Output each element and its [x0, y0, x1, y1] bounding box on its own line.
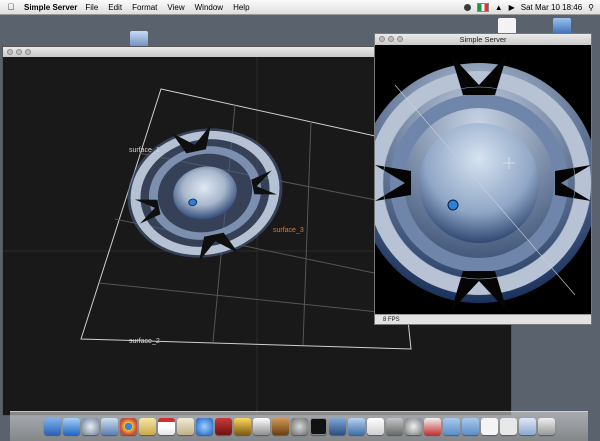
document-icon[interactable] — [480, 418, 498, 435]
app-store-icon[interactable] — [62, 418, 80, 435]
dock — [10, 411, 588, 441]
surface-label-1[interactable]: surface_1 — [129, 147, 160, 154]
safari-icon[interactable] — [81, 418, 99, 435]
preview-window: Simple Server 8 FPS — [374, 33, 592, 325]
pixelmator-icon[interactable] — [252, 418, 270, 435]
script-icon[interactable] — [176, 418, 194, 435]
document-icon-2[interactable] — [499, 418, 517, 435]
input-flag-icon[interactable] — [476, 2, 489, 12]
finder-icon[interactable] — [43, 418, 61, 435]
wheel-icon[interactable] — [404, 418, 422, 435]
wifi-icon[interactable]: ▲ — [495, 3, 503, 12]
time-machine-icon[interactable] — [463, 3, 471, 11]
xcode-icon[interactable] — [347, 418, 365, 435]
calendar-icon[interactable] — [157, 418, 175, 435]
trash-icon[interactable] — [537, 418, 555, 435]
spotlight-icon[interactable]: ⚲ — [588, 3, 594, 12]
imovie-icon[interactable] — [233, 418, 251, 435]
textedit-icon[interactable] — [366, 418, 384, 435]
volume-icon[interactable]: ▶ — [509, 3, 515, 12]
preview-icon[interactable] — [100, 418, 118, 435]
surface-label-2[interactable]: surface_2 — [129, 338, 160, 345]
preview-marker-dot — [447, 199, 459, 211]
guitar-icon[interactable] — [271, 418, 289, 435]
zoom-button[interactable] — [25, 49, 31, 55]
preview-window-title: Simple Server — [459, 35, 507, 44]
preview-viewport[interactable] — [375, 45, 591, 314]
mapped-graphic — [127, 124, 283, 262]
grid-icon[interactable] — [328, 418, 346, 435]
chrome-icon[interactable] — [119, 418, 137, 435]
desktop-document-icon[interactable] — [498, 18, 516, 34]
menu-edit[interactable]: Edit — [108, 3, 122, 12]
photo-booth-icon[interactable] — [214, 418, 232, 435]
desktop-network-icon[interactable] — [553, 18, 571, 34]
preview-graphic — [375, 45, 591, 314]
menu-help[interactable]: Help — [233, 3, 249, 12]
folder-icon-2[interactable] — [461, 418, 479, 435]
stack-icon[interactable] — [518, 418, 536, 435]
menu-window[interactable]: Window — [195, 3, 223, 12]
itunes-icon[interactable] — [195, 418, 213, 435]
menu-clock[interactable]: Sat Mar 10 18:46 — [521, 3, 582, 12]
menu-view[interactable]: View — [167, 3, 184, 12]
minimize-button[interactable] — [16, 49, 22, 55]
folder-icon[interactable] — [442, 418, 460, 435]
disk-utility-icon[interactable] — [385, 418, 403, 435]
gmail-icon[interactable] — [423, 418, 441, 435]
menu-format[interactable]: Format — [132, 3, 157, 12]
notes-icon[interactable] — [138, 418, 156, 435]
terminal-icon[interactable] — [309, 418, 327, 435]
desktop-drive-icon[interactable] — [130, 31, 148, 47]
menu-bar:  Simple Server File Edit Format View Wi… — [0, 0, 600, 15]
status-area: ▲ ▶ Sat Mar 10 18:46 ⚲ — [463, 0, 594, 14]
app-menu[interactable]: Simple Server — [24, 3, 77, 12]
fps-status: 8 FPS — [375, 314, 591, 324]
menu-file[interactable]: File — [85, 3, 98, 12]
apple-menu-icon[interactable]:  — [4, 2, 18, 12]
surface-label-3[interactable]: surface_3 — [273, 227, 304, 234]
close-button[interactable] — [7, 49, 13, 55]
preferences-icon[interactable] — [290, 418, 308, 435]
